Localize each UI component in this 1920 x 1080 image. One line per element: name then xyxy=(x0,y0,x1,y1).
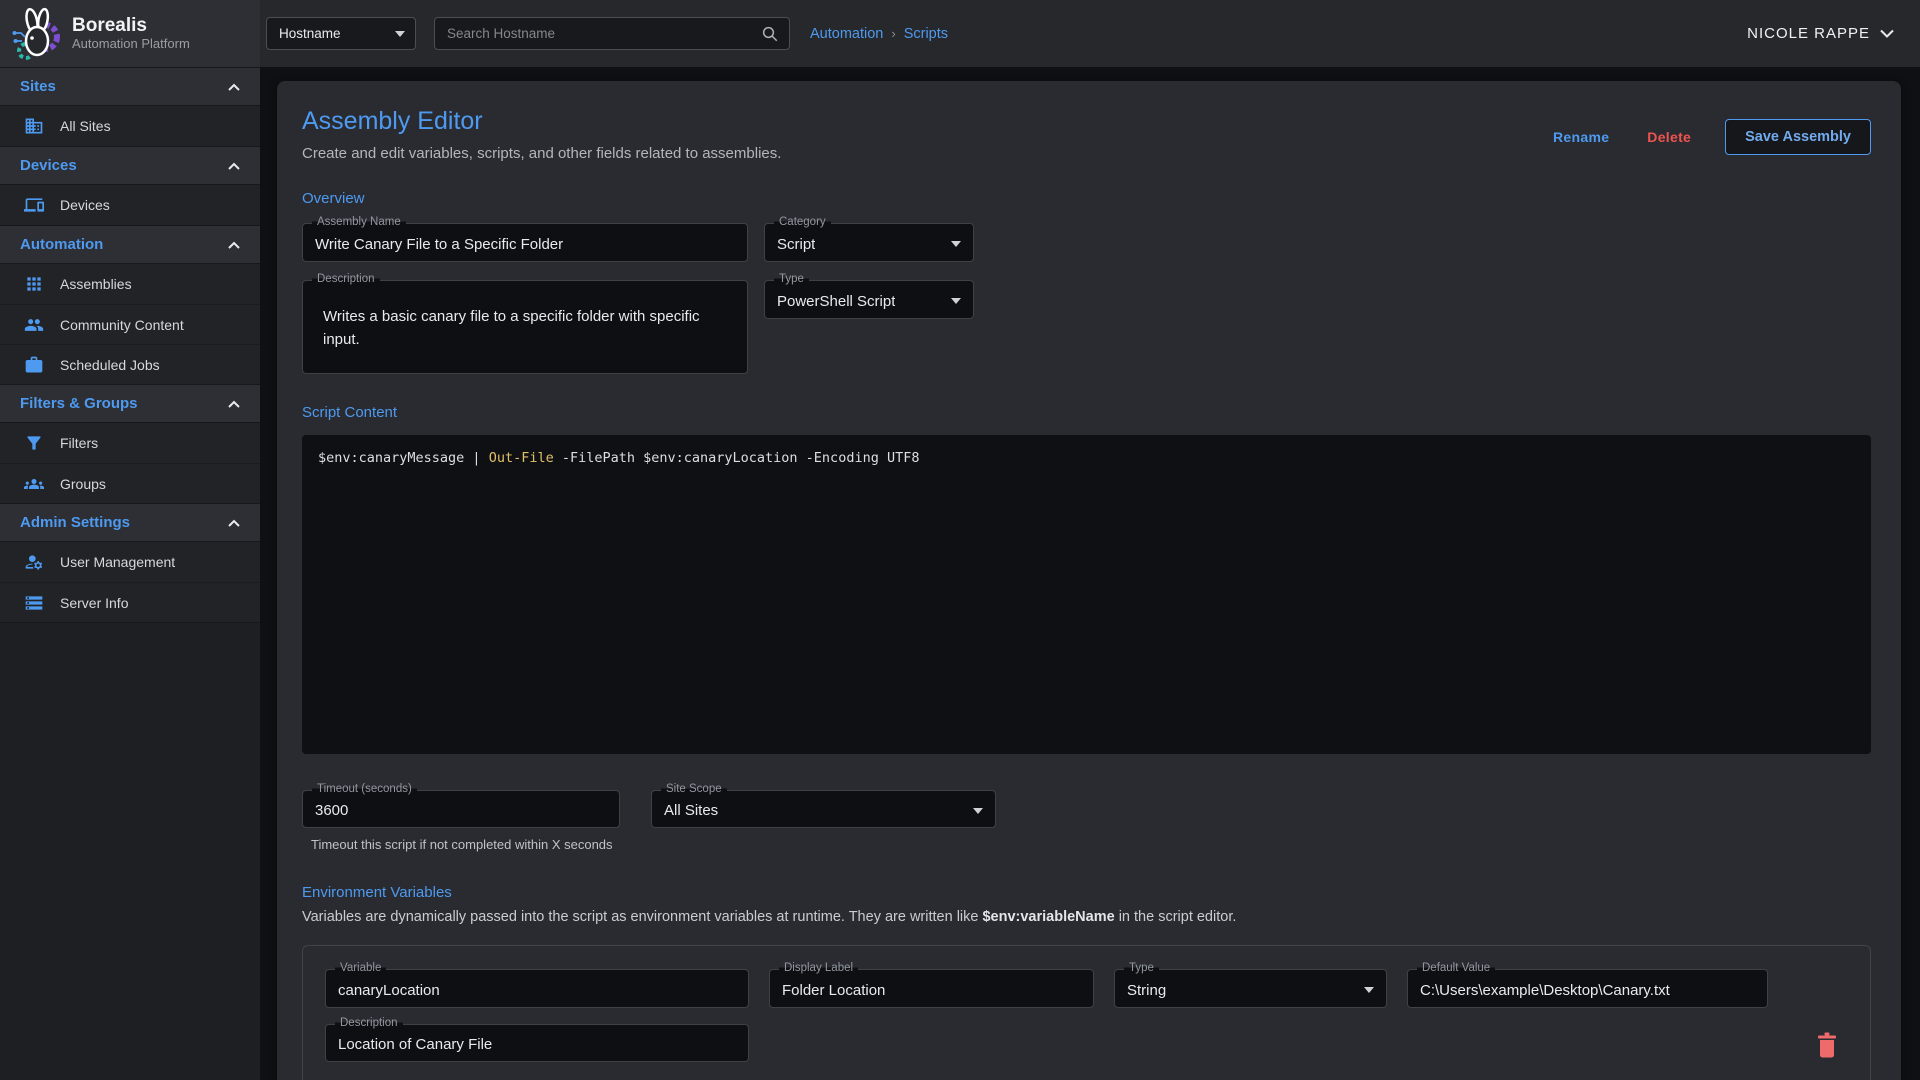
site-scope-label: Site Scope xyxy=(661,783,727,795)
sidebar-section-filters-groups[interactable]: Filters & Groups xyxy=(0,384,260,423)
chevron-down-icon xyxy=(395,31,405,37)
chevron-down-icon xyxy=(951,298,961,304)
app-root: Borealis Automation Platform Sites All S… xyxy=(0,0,1920,1080)
sidebar-section-devices[interactable]: Devices xyxy=(0,146,260,185)
type-select[interactable]: Type PowerShell Script xyxy=(764,280,974,319)
sidebar-item-groups[interactable]: Groups xyxy=(0,463,260,503)
env-vars-description: Variables are dynamically passed into th… xyxy=(302,909,1871,925)
sidebar-item-filters[interactable]: Filters xyxy=(0,423,260,463)
sidebar-item-user-management[interactable]: User Management xyxy=(0,542,260,582)
default-value-field[interactable]: Default Value C:\Users\example\Desktop\C… xyxy=(1407,969,1768,1008)
page-title: Assembly Editor xyxy=(302,107,781,136)
assembly-editor-card: Assembly Editor Create and edit variable… xyxy=(277,81,1901,1080)
script-content-section-label: Script Content xyxy=(302,404,1871,421)
grid-icon xyxy=(24,274,44,294)
site-scope-select[interactable]: Site Scope All Sites xyxy=(651,790,996,828)
timeout-helper-text: Timeout this script if not completed wit… xyxy=(311,837,620,852)
search-icon xyxy=(761,25,779,43)
delete-button[interactable]: Delete xyxy=(1647,129,1691,145)
assembly-name-field[interactable]: Assembly Name Write Canary File to a Spe… xyxy=(302,223,748,262)
category-label: Category xyxy=(774,216,831,228)
timeout-label: Timeout (seconds) xyxy=(312,783,417,795)
sidebar-item-server-info[interactable]: Server Info xyxy=(0,582,260,622)
variable-name-field[interactable]: Variable canaryLocation xyxy=(325,969,749,1008)
breadcrumb: Automation › Scripts xyxy=(810,26,948,42)
main-area: Hostname Automation › Scripts NICOLE RAP… xyxy=(260,0,1920,1080)
env-vars-section-label: Environment Variables xyxy=(302,884,1871,901)
sidebar-item-all-sites[interactable]: All Sites xyxy=(0,106,260,146)
breadcrumb-automation[interactable]: Automation xyxy=(810,26,883,42)
chevron-down-icon xyxy=(951,241,961,247)
sidebar-section-admin-settings[interactable]: Admin Settings xyxy=(0,503,260,542)
chevron-up-icon xyxy=(228,400,240,408)
delete-variable-trash-icon[interactable] xyxy=(1816,1032,1838,1058)
rename-button[interactable]: Rename xyxy=(1553,129,1609,145)
topbar: Hostname Automation › Scripts NICOLE RAP… xyxy=(260,0,1920,67)
content-area: Assembly Editor Create and edit variable… xyxy=(260,67,1920,1080)
description-field[interactable]: Description Writes a basic canary file t… xyxy=(302,280,748,374)
chevron-up-icon xyxy=(228,162,240,170)
description-label: Description xyxy=(312,273,380,285)
breadcrumb-separator: › xyxy=(891,26,895,41)
sidebar-item-devices[interactable]: Devices xyxy=(0,185,260,225)
sidebar-item-scheduled-jobs[interactable]: Scheduled Jobs xyxy=(0,344,260,384)
category-select[interactable]: Category Script xyxy=(764,223,974,262)
page-subtitle: Create and edit variables, scripts, and … xyxy=(302,145,781,162)
server-icon xyxy=(24,593,44,613)
timeout-field[interactable]: Timeout (seconds) 3600 xyxy=(302,790,620,828)
user-gear-icon xyxy=(24,552,44,572)
hostname-select[interactable]: Hostname xyxy=(266,17,416,50)
brand-name: Borealis xyxy=(72,15,190,36)
code-line: $env:canaryMessage | Out-File -FilePath … xyxy=(318,450,1855,466)
sidebar-filler xyxy=(0,622,260,1080)
chevron-down-icon xyxy=(1364,987,1374,993)
people-icon xyxy=(24,315,44,335)
chevron-down-icon xyxy=(973,808,983,814)
chevron-up-icon xyxy=(228,519,240,527)
chevron-up-icon xyxy=(228,83,240,91)
building-icon xyxy=(24,116,44,136)
user-menu[interactable]: NICOLE RAPPE xyxy=(1747,25,1894,42)
sidebar-item-community-content[interactable]: Community Content xyxy=(0,304,260,344)
briefcase-icon xyxy=(24,355,44,375)
breadcrumb-scripts[interactable]: Scripts xyxy=(904,26,948,42)
search-box[interactable] xyxy=(434,17,790,50)
chevron-up-icon xyxy=(228,241,240,249)
devices-icon xyxy=(24,195,44,215)
brand-tagline: Automation Platform xyxy=(72,36,190,52)
save-assembly-button[interactable]: Save Assembly xyxy=(1725,119,1871,155)
user-name: NICOLE RAPPE xyxy=(1747,25,1870,42)
type-label: Type xyxy=(774,273,809,285)
assembly-name-label: Assembly Name xyxy=(312,216,406,228)
sidebar-section-sites[interactable]: Sites xyxy=(0,67,260,106)
display-label-field[interactable]: Display Label Folder Location xyxy=(769,969,1094,1008)
variable-type-select[interactable]: Type String xyxy=(1114,969,1387,1008)
script-editor[interactable]: $env:canaryMessage | Out-File -FilePath … xyxy=(302,435,1871,754)
search-input[interactable] xyxy=(447,26,761,41)
sidebar-section-automation[interactable]: Automation xyxy=(0,225,260,264)
sidebar: Borealis Automation Platform Sites All S… xyxy=(0,0,260,1080)
chevron-down-icon xyxy=(1880,29,1894,38)
sidebar-item-assemblies[interactable]: Assemblies xyxy=(0,264,260,304)
rabbit-logo-icon xyxy=(12,7,62,61)
overview-section-label: Overview xyxy=(302,190,1871,207)
groups-icon xyxy=(24,474,44,494)
variable-description-field[interactable]: Description Location of Canary File xyxy=(325,1024,749,1062)
filter-icon xyxy=(24,433,44,453)
brand-logo-area[interactable]: Borealis Automation Platform xyxy=(0,0,260,67)
variable-card: Variable canaryLocation Display Label Fo… xyxy=(302,945,1871,1080)
